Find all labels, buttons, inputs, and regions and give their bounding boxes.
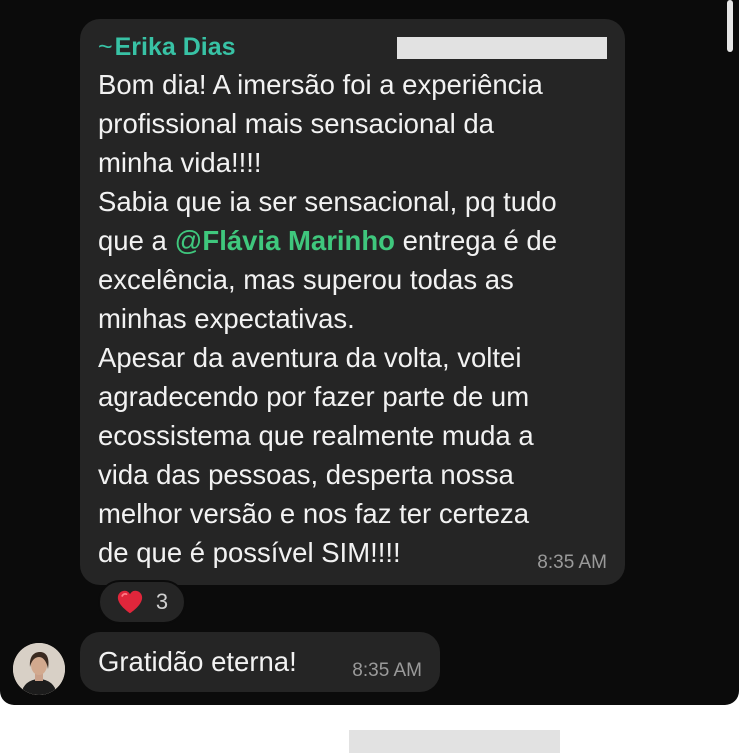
chat-area: ~Erika Dias Bom dia! A imersão foi a exp… — [0, 0, 739, 705]
message-bubble[interactable]: ~Erika Dias Bom dia! A imersão foi a exp… — [80, 19, 625, 585]
redacted-bar — [349, 730, 560, 753]
scrollbar[interactable] — [727, 0, 733, 52]
message-timestamp: 8:35 AM — [537, 552, 607, 573]
redacted-phone — [397, 37, 607, 59]
reaction-count: 3 — [155, 589, 169, 614]
reply-bubble[interactable]: Gratidão eterna! 8:35 AM — [80, 632, 440, 692]
reaction-pill[interactable]: 3 — [98, 580, 186, 624]
mention-at: @ — [174, 225, 203, 256]
reply-text: Gratidão eterna! — [98, 646, 297, 677]
sender-name-text: Erika Dias — [114, 33, 236, 61]
reply-timestamp: 8:35 AM — [352, 660, 422, 681]
mention-link[interactable]: @Flávia Marinho — [174, 225, 394, 256]
message-text: Bom dia! A imersão foi a experiência pro… — [98, 65, 603, 572]
mention-name: Flávia Marinho — [202, 225, 395, 256]
message-text-part-2: entrega é de excelência, mas superou tod… — [98, 225, 558, 568]
heart-icon — [117, 590, 143, 614]
avatar-photo — [13, 643, 65, 695]
sender-prefix: ~ — [98, 33, 113, 61]
sender-name[interactable]: ~Erika Dias — [98, 32, 236, 62]
avatar[interactable] — [13, 643, 65, 695]
